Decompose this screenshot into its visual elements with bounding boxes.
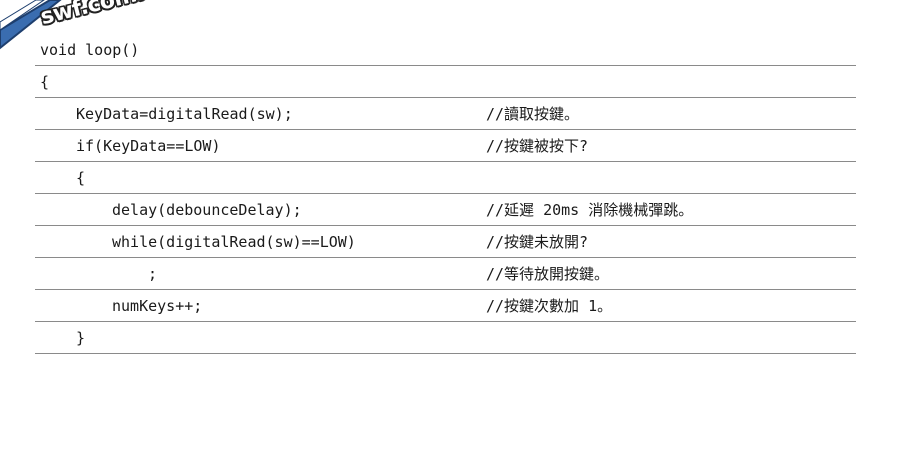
code-line: while(digitalRead(sw)==LOW) //按鍵未放開? (35, 226, 856, 258)
code-comment: //按鍵被按下? (486, 137, 589, 155)
code-comment: //等待放開按鍵。 (486, 265, 610, 283)
code-comment: //按鍵未放開? (486, 233, 589, 251)
code-listing: void loop() { KeyData=digitalRead(sw); /… (35, 34, 856, 354)
code-line: if(KeyData==LOW) //按鍵被按下? (35, 130, 856, 162)
code-text: numKeys++; (112, 297, 203, 315)
code-line: { (35, 162, 856, 194)
code-comment: //延遲 20ms 消除機械彈跳。 (486, 201, 694, 219)
code-text: ; (148, 265, 158, 283)
code-line: ; //等待放開按鍵。 (35, 258, 856, 290)
code-text: KeyData=digitalRead(sw); (76, 105, 293, 123)
code-comment: //讀取按鍵。 (486, 105, 580, 123)
code-text: } (76, 329, 86, 347)
code-comment: //按鍵次數加 1。 (486, 297, 613, 315)
code-text: { (40, 73, 50, 91)
site-logo: swf.com.tw (0, 0, 175, 60)
code-line: void loop() (35, 34, 856, 66)
code-text: if(KeyData==LOW) (76, 137, 221, 155)
code-line: KeyData=digitalRead(sw); //讀取按鍵。 (35, 98, 856, 130)
code-text: delay(debounceDelay); (112, 201, 302, 219)
code-line: delay(debounceDelay); //延遲 20ms 消除機械彈跳。 (35, 194, 856, 226)
code-text: { (76, 169, 86, 187)
code-line: numKeys++; //按鍵次數加 1。 (35, 290, 856, 322)
code-line: } (35, 322, 856, 354)
code-line: { (35, 66, 856, 98)
code-text: while(digitalRead(sw)==LOW) (112, 233, 356, 251)
